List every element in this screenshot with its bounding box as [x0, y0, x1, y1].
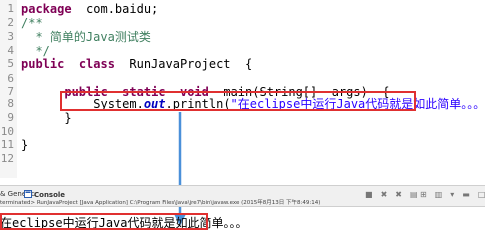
console-view-tabbar: & Generic Console terminated> RunJavaPro…: [0, 185, 485, 207]
console-toolbar-right: ⊞ ▥ ▾ ▬ □: [420, 190, 485, 200]
clear-console-icon[interactable]: ✖: [395, 190, 402, 200]
pin-console-icon[interactable]: ⊞: [420, 190, 427, 200]
console-toolbar: ■ ✖ ✖ ▤: [365, 190, 418, 200]
display-selected-icon[interactable]: ▥: [435, 190, 443, 200]
maximize-icon[interactable]: □: [478, 190, 485, 200]
console-output[interactable]: 在eclipse中运行Java代码就是如此简单。。。: [0, 209, 485, 237]
console-status-line: terminated> RunJavaProject [Java Applica…: [0, 200, 321, 206]
output-highlight-box: [0, 213, 208, 230]
remove-launch-icon[interactable]: ✖: [381, 190, 388, 200]
console-icon: [24, 190, 32, 198]
terminate-icon[interactable]: ■: [365, 190, 373, 200]
scroll-lock-icon[interactable]: ▤: [410, 190, 418, 200]
open-console-icon[interactable]: ▾: [450, 190, 454, 200]
minimize-icon[interactable]: ▬: [462, 190, 470, 200]
